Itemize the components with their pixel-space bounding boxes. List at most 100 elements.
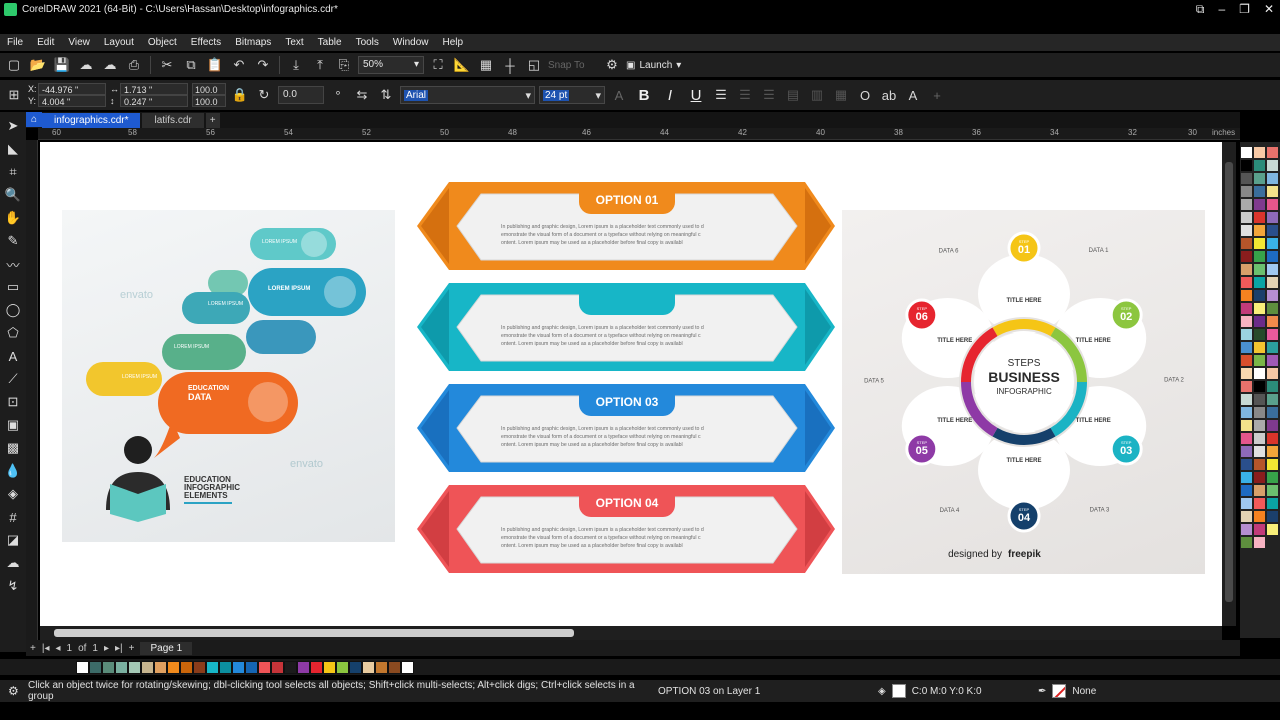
- palette-swatch[interactable]: [1266, 354, 1279, 367]
- document-palette-swatch[interactable]: [167, 660, 180, 674]
- palette-swatch[interactable]: [1253, 497, 1266, 510]
- palette-swatch[interactable]: [1253, 302, 1266, 315]
- palette-swatch[interactable]: [1266, 380, 1279, 393]
- palette-swatch[interactable]: [1240, 536, 1253, 549]
- rotate-icon[interactable]: ↻: [254, 85, 274, 105]
- tab-latifs[interactable]: latifs.cdr: [142, 113, 204, 128]
- first-page-button[interactable]: |◂: [42, 643, 50, 654]
- cloud-download-icon[interactable]: ☁: [100, 55, 120, 75]
- palette-swatch[interactable]: [1240, 367, 1253, 380]
- palette-swatch[interactable]: [1253, 354, 1266, 367]
- rectangle-tool-icon[interactable]: ▭: [3, 277, 23, 297]
- previous-page-button[interactable]: ◂: [55, 643, 60, 654]
- smear-tool-icon[interactable]: ☁: [3, 553, 23, 573]
- mirror-vertical-icon[interactable]: ⇅: [376, 85, 396, 105]
- palette-swatch[interactable]: [1266, 406, 1279, 419]
- menu-table[interactable]: Table: [311, 37, 349, 48]
- italic-button[interactable]: I: [659, 87, 681, 104]
- snap-to-dropdown[interactable]: Snap To: [548, 60, 598, 71]
- x-position-field[interactable]: -44.976 ": [38, 83, 106, 95]
- palette-swatch[interactable]: [1240, 146, 1253, 159]
- import-icon[interactable]: ⤓: [286, 55, 306, 75]
- y-position-field[interactable]: 4.004 ": [38, 95, 106, 107]
- add-page-end-button[interactable]: +: [129, 643, 135, 654]
- palette-swatch[interactable]: [1253, 185, 1266, 198]
- palette-swatch[interactable]: [1253, 198, 1266, 211]
- palette-swatch[interactable]: [1253, 289, 1266, 302]
- bullet-list-icon[interactable]: ☰: [735, 85, 755, 105]
- palette-swatch[interactable]: [1253, 146, 1266, 159]
- crop-tool-icon[interactable]: ⌗: [3, 162, 23, 182]
- palette-swatch[interactable]: [1240, 458, 1253, 471]
- document-palette-swatch[interactable]: [362, 660, 375, 674]
- palette-swatch[interactable]: [1240, 432, 1253, 445]
- document-palette-swatch[interactable]: [297, 660, 310, 674]
- palette-swatch[interactable]: [1253, 211, 1266, 224]
- bold-button[interactable]: B: [633, 87, 655, 104]
- cut-icon[interactable]: ✂: [157, 55, 177, 75]
- eyedropper-icon[interactable]: 💧: [3, 461, 23, 481]
- palette-swatch[interactable]: [1240, 289, 1253, 302]
- menu-text[interactable]: Text: [278, 37, 310, 48]
- copy-icon[interactable]: ⧉: [181, 55, 201, 75]
- menu-bitmaps[interactable]: Bitmaps: [228, 37, 278, 48]
- scale-height-field[interactable]: 100.0: [192, 95, 226, 107]
- palette-swatch[interactable]: [1253, 159, 1266, 172]
- menu-file[interactable]: File: [0, 37, 30, 48]
- palette-swatch[interactable]: [1253, 224, 1266, 237]
- palette-swatch[interactable]: [1253, 432, 1266, 445]
- palette-swatch[interactable]: [1266, 445, 1279, 458]
- mirror-horizontal-icon[interactable]: ⇆: [352, 85, 372, 105]
- snap-icon[interactable]: ◱: [524, 55, 544, 75]
- page-1-tab[interactable]: Page 1: [140, 641, 193, 655]
- horizontal-scroll-thumb[interactable]: [54, 629, 574, 637]
- launch-dropdown[interactable]: ▣ Launch ▾: [626, 60, 681, 71]
- palette-swatch[interactable]: [1266, 198, 1279, 211]
- palette-swatch[interactable]: [1266, 432, 1279, 445]
- tab-infographics[interactable]: infographics.cdr*: [42, 113, 141, 128]
- palette-swatch[interactable]: [1266, 159, 1279, 172]
- document-palette-swatch[interactable]: [271, 660, 284, 674]
- palette-swatch[interactable]: [1266, 523, 1279, 536]
- palette-swatch[interactable]: [1253, 510, 1266, 523]
- freehand-tool-icon[interactable]: ✎: [3, 231, 23, 251]
- undo-icon[interactable]: ↶: [229, 55, 249, 75]
- palette-swatch[interactable]: [1240, 406, 1253, 419]
- print-icon[interactable]: ⎙: [124, 55, 144, 75]
- next-page-button[interactable]: ▸: [104, 643, 109, 654]
- opentype-icon[interactable]: O: [855, 85, 875, 105]
- palette-swatch[interactable]: [1240, 328, 1253, 341]
- palette-swatch[interactable]: [1266, 276, 1279, 289]
- pdf-icon[interactable]: ⎘: [334, 55, 354, 75]
- vertical-scrollbar[interactable]: [1222, 142, 1236, 626]
- rotation-angle-field[interactable]: 0.0: [278, 86, 324, 104]
- palette-swatch[interactable]: [1240, 484, 1253, 497]
- palette-swatch[interactable]: [1266, 471, 1279, 484]
- palette-swatch[interactable]: [1240, 471, 1253, 484]
- ellipse-tool-icon[interactable]: ◯: [3, 300, 23, 320]
- outline-info[interactable]: ✒ None: [1038, 684, 1198, 698]
- palette-swatch[interactable]: [1266, 484, 1279, 497]
- palette-swatch[interactable]: [1253, 276, 1266, 289]
- columns-icon[interactable]: ▥: [807, 85, 827, 105]
- font-family-select[interactable]: Arial ▾: [400, 86, 535, 104]
- horizontal-scrollbar[interactable]: [40, 626, 1222, 640]
- mesh-fill-icon[interactable]: #: [3, 507, 23, 527]
- maximize-button[interactable]: ❐: [1239, 2, 1250, 16]
- palette-swatch[interactable]: [1240, 172, 1253, 185]
- scale-width-field[interactable]: 100.0: [192, 83, 226, 95]
- menu-view[interactable]: View: [61, 37, 97, 48]
- palette-swatch[interactable]: [1253, 315, 1266, 328]
- new-document-icon[interactable]: ▢: [4, 55, 24, 75]
- palette-swatch[interactable]: [1240, 315, 1253, 328]
- palette-swatch[interactable]: [1253, 406, 1266, 419]
- palette-swatch[interactable]: [1253, 393, 1266, 406]
- text-tool-icon[interactable]: A: [3, 346, 23, 366]
- numbered-list-icon[interactable]: ☰: [759, 85, 779, 105]
- palette-swatch[interactable]: [1266, 393, 1279, 406]
- minimize-button[interactable]: –: [1218, 2, 1225, 16]
- document-palette-swatch[interactable]: [115, 660, 128, 674]
- document-palette-swatch[interactable]: [336, 660, 349, 674]
- connector-tool-icon[interactable]: ⊡: [3, 392, 23, 412]
- palette-swatch[interactable]: [1240, 185, 1253, 198]
